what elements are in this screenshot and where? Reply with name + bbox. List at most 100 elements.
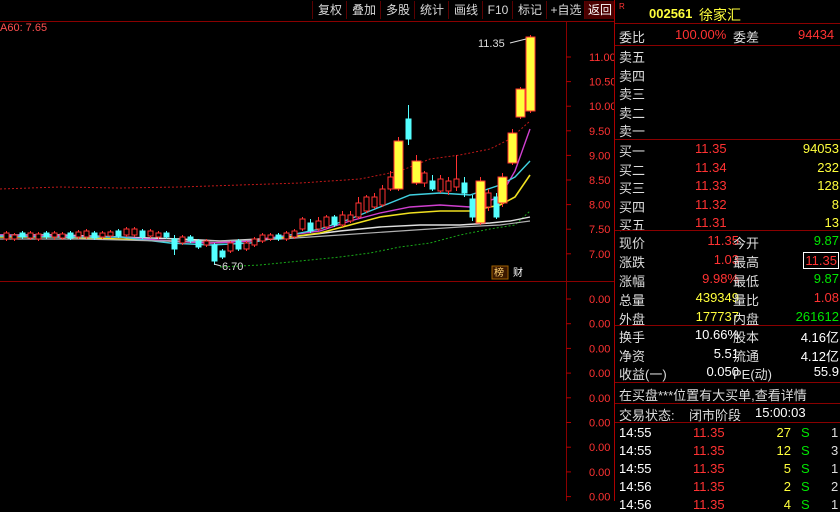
tick-extra: 1 <box>831 425 839 440</box>
statistics-button[interactable]: 统计 <box>414 1 449 19</box>
candle-body <box>171 238 178 250</box>
stat-value: 1.03 <box>713 252 739 267</box>
weicha-value: 94434 <box>798 27 835 42</box>
stat-value: 439349 <box>695 290 739 305</box>
price-tick-label: 8.00 <box>589 200 610 212</box>
buy-level-label: 买一 <box>619 144 646 159</box>
stat-label: 总量 <box>619 293 646 308</box>
sell-level-label: 卖四 <box>619 68 646 84</box>
price-axis: 11.00 10.50 10.00 9.50 9.00 8.50 8.00 7.50 7.00 <box>566 52 617 261</box>
candle-body <box>99 232 106 238</box>
candle-body <box>187 236 194 242</box>
stat2-value: 0.050 <box>706 364 739 379</box>
buy-level-price: 11.34 <box>695 159 727 175</box>
candle-body <box>307 222 314 232</box>
candle-body <box>91 232 98 239</box>
buy-level-price: 11.33 <box>695 178 727 193</box>
candle-body <box>411 160 422 184</box>
candle-body <box>107 231 114 237</box>
candle-body <box>469 198 476 218</box>
kline-chart-svg[interactable]: 11.0010.5010.009.509.008.508.007.507.00 … <box>0 21 617 504</box>
sub-axis: 0.00 0.00 0.00 0.00 0.00 0.00 0.00 0.00 0.00 <box>566 294 610 504</box>
candle-body <box>131 228 138 236</box>
tick-time: 14:55 <box>619 461 652 476</box>
candle-body <box>315 220 322 230</box>
tick-side: S <box>801 443 810 458</box>
tick-time: 14:56 <box>619 479 652 494</box>
overlay-button[interactable]: 叠加 <box>346 1 381 19</box>
stat-value-2: 261612 <box>795 309 839 324</box>
stat2-label-2: 流通 <box>733 348 760 364</box>
candle-body <box>147 230 154 237</box>
candle-body <box>19 232 26 238</box>
sell-level-label: 卖二 <box>619 105 646 121</box>
stat-label-2: 最高 <box>733 255 760 270</box>
candle-body <box>43 232 50 238</box>
candle-body <box>421 172 428 184</box>
price-tick-label: 7.50 <box>589 224 610 236</box>
quote-panel: R 002561 徐家汇 委比 100.00% 委差 94434 卖五 卖四 卖三卖… <box>614 0 840 512</box>
candle-body <box>267 234 274 240</box>
buy-level-volume: 232 <box>817 159 839 175</box>
candle-body <box>485 192 492 208</box>
tick-volume: 27 <box>776 425 791 440</box>
candle-body <box>437 178 444 192</box>
weibi-label: 委比 <box>619 30 646 45</box>
stat-value: 9.98% <box>702 271 739 286</box>
candle-body <box>227 242 234 252</box>
tick-side: S <box>801 497 810 512</box>
f10-button[interactable]: F10 <box>482 1 513 19</box>
candle-body <box>355 202 362 218</box>
candle-body <box>139 230 146 238</box>
tick-time: 14:56 <box>619 497 652 512</box>
kline-chart-panel[interactable]: 11.00 10.50 10.00 9.50 9.00 8.50 8.00 7.50 7.00 … <box>0 21 617 504</box>
candle-body <box>211 244 218 262</box>
fuquan-button[interactable]: 复权 <box>312 1 347 19</box>
buy-level-volume: 8 <box>831 196 839 212</box>
big-order-notice[interactable]: 在买盘***位置有大买单,查看详情 <box>619 385 807 404</box>
buy-level-label: 买二 <box>619 162 646 178</box>
stat-label-2: 今开 <box>733 236 760 251</box>
stat-label: 涨幅 <box>619 274 646 289</box>
sub-tick-label: 0.00 <box>589 467 610 479</box>
multi-stock-button[interactable]: 多股 <box>380 1 415 19</box>
buy-level-price: 11.31 <box>695 215 727 230</box>
candle-body <box>445 180 452 192</box>
candle-body <box>429 180 436 190</box>
candle-body <box>275 234 282 240</box>
back-button[interactable]: 返回 <box>584 1 615 19</box>
stat-value-2: 9.87 <box>813 233 839 248</box>
tick-extra: 2 <box>831 479 839 494</box>
candle-body <box>507 132 518 164</box>
tick-time: 14:55 <box>619 443 652 458</box>
sub-tick-label: 0.00 <box>589 393 610 405</box>
candle-body <box>363 196 370 212</box>
tick-volume: 4 <box>783 497 791 512</box>
candle-body <box>259 234 266 242</box>
finance-badge: 财 <box>513 266 523 279</box>
stat2-label: 换手 <box>619 330 646 345</box>
stat2-value: 10.66% <box>694 327 739 342</box>
stat-label-2: 最低 <box>733 274 760 289</box>
candle-body <box>251 238 258 246</box>
tick-side: S <box>801 425 810 440</box>
stock-code: 002561 <box>649 6 693 21</box>
stat2-label-2: PE(动) <box>733 367 773 382</box>
sub-tick-label: 0.00 <box>589 368 610 380</box>
tick-volume: 5 <box>783 461 791 476</box>
stat2-value: 5.51 <box>713 345 739 361</box>
sell-level-label: 卖五 <box>619 50 646 65</box>
candle-body <box>3 232 10 240</box>
mark-button[interactable]: 标记 <box>512 1 547 19</box>
candle-body <box>291 230 298 238</box>
add-watchlist-button[interactable]: +自选 <box>546 1 585 19</box>
candle-body <box>219 250 226 258</box>
draw-line-button[interactable]: 画线 <box>448 1 483 19</box>
tick-price: 11.35 <box>693 479 725 494</box>
candle-body <box>163 232 170 238</box>
price-tick-label: 10.00 <box>589 101 614 113</box>
candle-body <box>379 188 386 206</box>
buy-level-label: 买四 <box>619 199 646 215</box>
buy-level-volume: 94053 <box>802 141 839 156</box>
candle-body <box>371 196 378 208</box>
